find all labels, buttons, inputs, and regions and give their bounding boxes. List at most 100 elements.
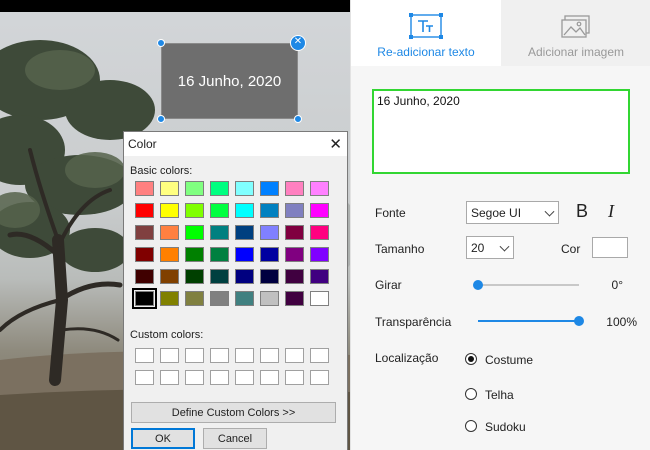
custom-color-swatch[interactable] <box>185 348 204 363</box>
custom-color-swatch[interactable] <box>285 370 304 385</box>
basic-color-swatch[interactable] <box>185 225 204 240</box>
transparency-value: 100% <box>606 315 637 329</box>
basic-color-swatch[interactable] <box>185 269 204 284</box>
basic-color-swatch[interactable] <box>135 269 154 284</box>
basic-color-swatch[interactable] <box>160 269 179 284</box>
basic-color-swatch[interactable] <box>185 247 204 262</box>
custom-color-swatch[interactable] <box>160 370 179 385</box>
custom-color-swatch[interactable] <box>135 370 154 385</box>
size-label: Tamanho <box>375 242 425 256</box>
basic-color-swatch[interactable] <box>260 181 279 196</box>
define-custom-colors-button[interactable]: Define Custom Colors >> <box>131 402 336 423</box>
rotate-slider-track[interactable] <box>478 284 579 286</box>
basic-color-swatch[interactable] <box>285 203 304 218</box>
color-picker-box[interactable] <box>592 237 628 258</box>
basic-color-swatch[interactable] <box>135 203 154 218</box>
custom-color-swatch[interactable] <box>235 348 254 363</box>
custom-color-swatch[interactable] <box>160 348 179 363</box>
basic-color-swatch[interactable] <box>260 247 279 262</box>
basic-color-swatch[interactable] <box>310 203 329 218</box>
basic-color-swatch[interactable] <box>210 203 229 218</box>
basic-color-swatch[interactable] <box>235 247 254 262</box>
ok-button[interactable]: OK <box>131 428 195 449</box>
rotate-label: Girar <box>375 278 402 292</box>
basic-color-swatch[interactable] <box>210 269 229 284</box>
rotate-slider-thumb[interactable] <box>473 280 483 290</box>
basic-color-swatch[interactable] <box>310 269 329 284</box>
font-select[interactable]: Segoe UI <box>466 201 559 224</box>
custom-color-swatch[interactable] <box>310 370 329 385</box>
radio-sudoku-label[interactable]: Sudoku <box>485 420 526 434</box>
basic-color-swatch[interactable] <box>210 181 229 196</box>
custom-color-swatch[interactable] <box>310 348 329 363</box>
basic-color-swatch[interactable] <box>135 247 154 262</box>
resize-handle-bottom-right[interactable] <box>294 115 302 123</box>
custom-color-swatch[interactable] <box>135 348 154 363</box>
custom-color-swatch[interactable] <box>235 370 254 385</box>
basic-color-swatch[interactable] <box>160 181 179 196</box>
dialog-close-icon[interactable]: ✕ <box>329 135 342 153</box>
basic-color-swatch[interactable] <box>235 181 254 196</box>
radio-costume-label[interactable]: Costume <box>485 353 533 367</box>
radio-telha-label[interactable]: Telha <box>485 388 514 402</box>
basic-color-swatch[interactable] <box>235 269 254 284</box>
basic-color-swatch[interactable] <box>235 225 254 240</box>
basic-color-swatch[interactable] <box>260 203 279 218</box>
text-icon <box>409 13 443 39</box>
tab-add-image[interactable]: Adicionar imagem <box>501 0 650 66</box>
basic-color-swatch[interactable] <box>285 247 304 262</box>
size-select[interactable]: 20 <box>466 236 514 259</box>
basic-color-swatch[interactable] <box>235 203 254 218</box>
basic-color-swatch[interactable] <box>310 247 329 262</box>
basic-color-swatch[interactable] <box>185 181 204 196</box>
custom-color-swatch[interactable] <box>285 348 304 363</box>
delete-text-close-icon[interactable]: ✕ <box>290 35 306 51</box>
basic-color-swatch[interactable] <box>260 225 279 240</box>
image-icon <box>561 15 590 38</box>
basic-color-swatch[interactable] <box>285 225 304 240</box>
custom-color-swatch[interactable] <box>260 348 279 363</box>
bold-button[interactable]: B <box>576 201 588 222</box>
basic-color-swatch[interactable] <box>285 181 304 196</box>
basic-color-swatch[interactable] <box>160 247 179 262</box>
rotate-value: 0° <box>611 278 623 292</box>
resize-handle-bottom-left[interactable] <box>157 115 165 123</box>
text-input-area[interactable]: 16 Junho, 2020 <box>372 89 630 174</box>
tab-readd-text[interactable]: Re-adicionar texto <box>351 0 501 66</box>
radio-sudoku[interactable] <box>465 420 477 432</box>
location-label: Localização <box>375 351 439 365</box>
basic-color-swatch[interactable] <box>260 269 279 284</box>
color-dialog: Color ✕ Basic colors: Custom colors: Def… <box>123 131 348 450</box>
custom-color-swatch[interactable] <box>185 370 204 385</box>
photo-canvas[interactable]: 16 Junho, 2020 ✕ Color ✕ Basic colors: C… <box>0 0 350 450</box>
basic-color-swatch[interactable] <box>210 291 229 306</box>
basic-color-swatch[interactable] <box>310 181 329 196</box>
transparency-slider-thumb[interactable] <box>574 316 584 326</box>
basic-color-swatch[interactable] <box>160 291 179 306</box>
basic-color-swatch[interactable] <box>160 225 179 240</box>
custom-color-swatch[interactable] <box>210 370 229 385</box>
basic-color-swatch[interactable] <box>210 247 229 262</box>
italic-button[interactable]: I <box>608 201 614 222</box>
basic-color-swatch[interactable] <box>185 291 204 306</box>
basic-color-swatch[interactable] <box>160 203 179 218</box>
radio-telha[interactable] <box>465 388 477 400</box>
basic-color-swatch[interactable] <box>285 269 304 284</box>
radio-costume[interactable] <box>465 353 477 365</box>
basic-color-swatch[interactable] <box>260 291 279 306</box>
dialog-titlebar: Color ✕ <box>124 132 347 156</box>
basic-color-swatch[interactable] <box>210 225 229 240</box>
basic-color-swatch[interactable] <box>135 225 154 240</box>
custom-color-swatch[interactable] <box>260 370 279 385</box>
basic-color-swatch[interactable] <box>185 203 204 218</box>
canvas-text-box[interactable]: 16 Junho, 2020 <box>161 43 298 119</box>
basic-color-swatch[interactable] <box>310 225 329 240</box>
custom-color-swatch[interactable] <box>210 348 229 363</box>
basic-color-swatch[interactable] <box>285 291 304 306</box>
basic-color-swatch[interactable] <box>132 288 157 309</box>
resize-handle-top-left[interactable] <box>157 39 165 47</box>
basic-color-swatch[interactable] <box>235 291 254 306</box>
cancel-button[interactable]: Cancel <box>203 428 267 449</box>
basic-color-swatch[interactable] <box>135 181 154 196</box>
basic-color-swatch[interactable] <box>310 291 329 306</box>
